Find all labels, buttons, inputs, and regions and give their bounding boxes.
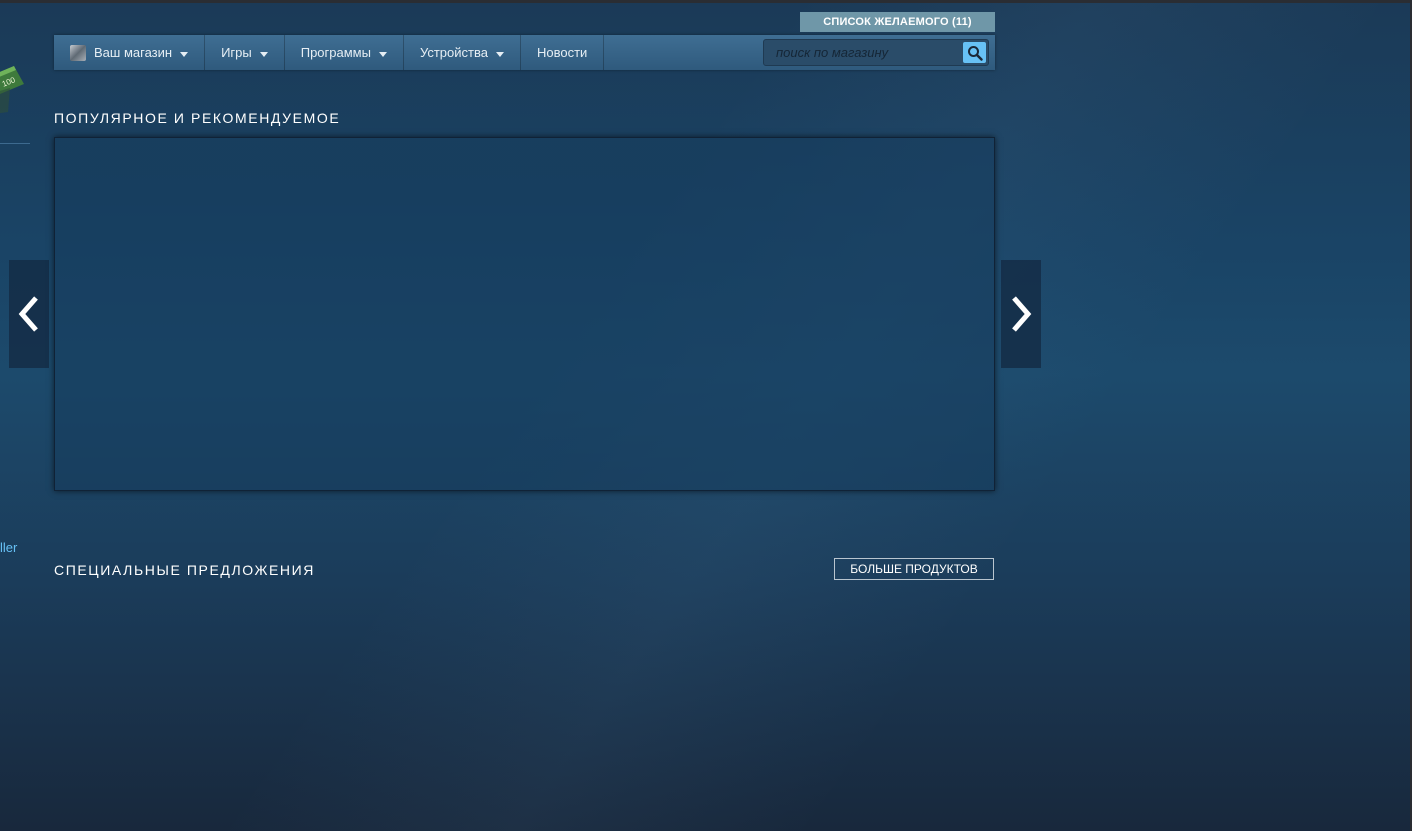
wishlist-button[interactable]: СПИСОК ЖЕЛАЕМОГО (11)	[800, 12, 995, 32]
nav-software[interactable]: Программы	[285, 35, 404, 70]
chevron-left-icon	[18, 296, 38, 332]
featured-carousel[interactable]	[54, 137, 995, 491]
nav-hardware-label: Устройства	[419, 45, 488, 60]
caret-down-icon	[378, 51, 387, 57]
nav-your-store-label: Ваш магазин	[94, 45, 173, 60]
search-button[interactable]	[963, 42, 986, 63]
store-search	[763, 39, 989, 66]
caret-down-icon	[259, 51, 268, 57]
carousel-next-button[interactable]	[1001, 260, 1041, 368]
caret-down-icon	[495, 51, 504, 57]
chevron-right-icon	[1012, 296, 1032, 332]
specials-section-title: СПЕЦИАЛЬНЫЕ ПРЕДЛОЖЕНИЯ	[54, 562, 316, 578]
nav-software-label: Программы	[300, 45, 371, 60]
nav-your-store[interactable]: Ваш магазин	[54, 35, 206, 70]
caret-down-icon	[180, 51, 189, 57]
featured-section-title: ПОПУЛЯРНОЕ И РЕКОМЕНДУЕМОЕ	[54, 110, 341, 126]
search-input[interactable]	[764, 40, 960, 65]
nav-news[interactable]: Новости	[521, 35, 605, 70]
carousel-prev-button[interactable]	[9, 260, 49, 368]
window-top-edge	[0, 0, 1412, 3]
nav-games[interactable]: Игры	[205, 35, 285, 70]
store-nav-bar: Ваш магазин Игры Программы Устройства Но…	[54, 35, 995, 70]
search-icon	[967, 45, 983, 61]
store-avatar-icon	[70, 44, 86, 61]
more-products-button[interactable]: БОЛЬШЕ ПРОДУКТОВ	[834, 558, 994, 580]
gift-card-badge-icon[interactable]: 100	[0, 62, 24, 123]
nav-games-label: Игры	[221, 45, 252, 60]
sidebar-link-partial[interactable]: ller	[0, 540, 17, 555]
nav-news-label: Новости	[536, 45, 588, 60]
nav-hardware[interactable]: Устройства	[404, 35, 521, 70]
sidebar-divider	[0, 143, 30, 144]
